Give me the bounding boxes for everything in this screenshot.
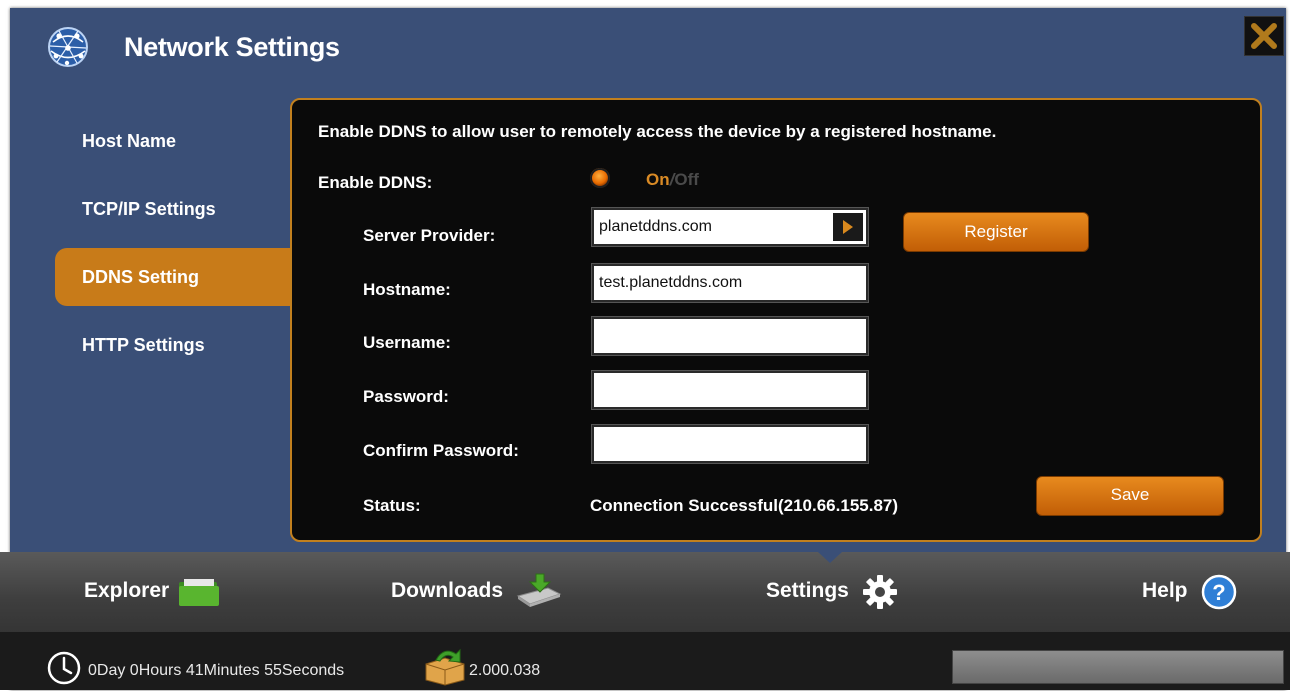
password-input[interactable] [592,371,868,409]
gear-icon [862,574,898,616]
download-icon [514,572,562,614]
sidebar-item-host-name[interactable]: Host Name [55,112,290,170]
bottom-tab-bar: Explorer Downloads Settings Help ? [0,552,1290,632]
tab-label: Explorer [84,579,170,602]
uptime-text: 0Day 0Hours 41Minutes 55Seconds [88,662,345,679]
ddns-description: Enable DDNS to allow user to remotely ac… [318,122,997,141]
enable-ddns-label: Enable DDNS: [318,173,433,192]
sidebar-item-http-settings[interactable]: HTTP Settings [55,316,290,374]
folder-icon [177,578,221,614]
sidebar-item-ddns-setting[interactable]: DDNS Setting [55,248,290,306]
window-title: Network Settings [124,32,340,62]
toggle-off-label: Off [674,170,699,189]
username-label: Username: [363,333,451,352]
hostname-label: Hostname: [363,280,451,299]
tab-label: Settings [766,579,849,602]
tab-label: Downloads [391,579,504,602]
sidebar-item-label: HTTP Settings [82,335,205,355]
active-tab-pointer [818,552,842,563]
sidebar-item-label: DDNS Setting [82,267,199,287]
title-bar: Network Settings [10,8,1286,96]
sidebar-item-tcp-ip-settings[interactable]: TCP/IP Settings [55,180,290,238]
help-icon: ? [1201,574,1237,616]
status-label: Status: [363,496,421,515]
status-bar: 0Day 0Hours 41Minutes 55Seconds 2.000.03… [0,632,1290,690]
tab-settings[interactable]: Settings [756,552,916,632]
server-provider-value: planetddns.com [599,218,712,235]
svg-text:?: ? [1212,580,1225,605]
ddns-settings-panel: Enable DDNS to allow user to remotely ac… [290,98,1262,542]
server-provider-label: Server Provider: [363,226,496,245]
confirm-password-label: Confirm Password: [363,441,519,460]
tab-help[interactable]: Help ? [1132,552,1252,632]
register-button[interactable]: Register [903,212,1089,252]
version-text: 2.000.038 [469,662,541,679]
server-provider-select[interactable]: planetddns.com [592,208,868,246]
package-icon [422,648,468,691]
sidebar-item-label: TCP/IP Settings [82,199,216,219]
password-label: Password: [363,387,449,406]
clock-icon [46,650,82,691]
dropdown-arrow-icon[interactable] [833,213,863,241]
save-button[interactable]: Save [1036,476,1224,516]
confirm-password-input[interactable] [592,425,868,463]
tab-explorer[interactable]: Explorer [74,552,244,632]
tab-downloads[interactable]: Downloads [381,552,581,632]
username-input[interactable] [592,317,868,355]
tab-label: Help [1142,579,1188,602]
toggle-on-label: On [646,170,670,189]
connection-status: Connection Successful(210.66.155.87) [590,496,899,515]
sidebar-item-label: Host Name [82,131,177,151]
globe-network-icon [45,24,91,70]
close-button[interactable] [1244,16,1284,56]
hostname-input[interactable] [592,264,868,302]
status-progress-bar [952,650,1284,684]
enable-ddns-radio[interactable] [590,168,610,188]
enable-ddns-toggle[interactable]: On/Off [646,170,699,190]
